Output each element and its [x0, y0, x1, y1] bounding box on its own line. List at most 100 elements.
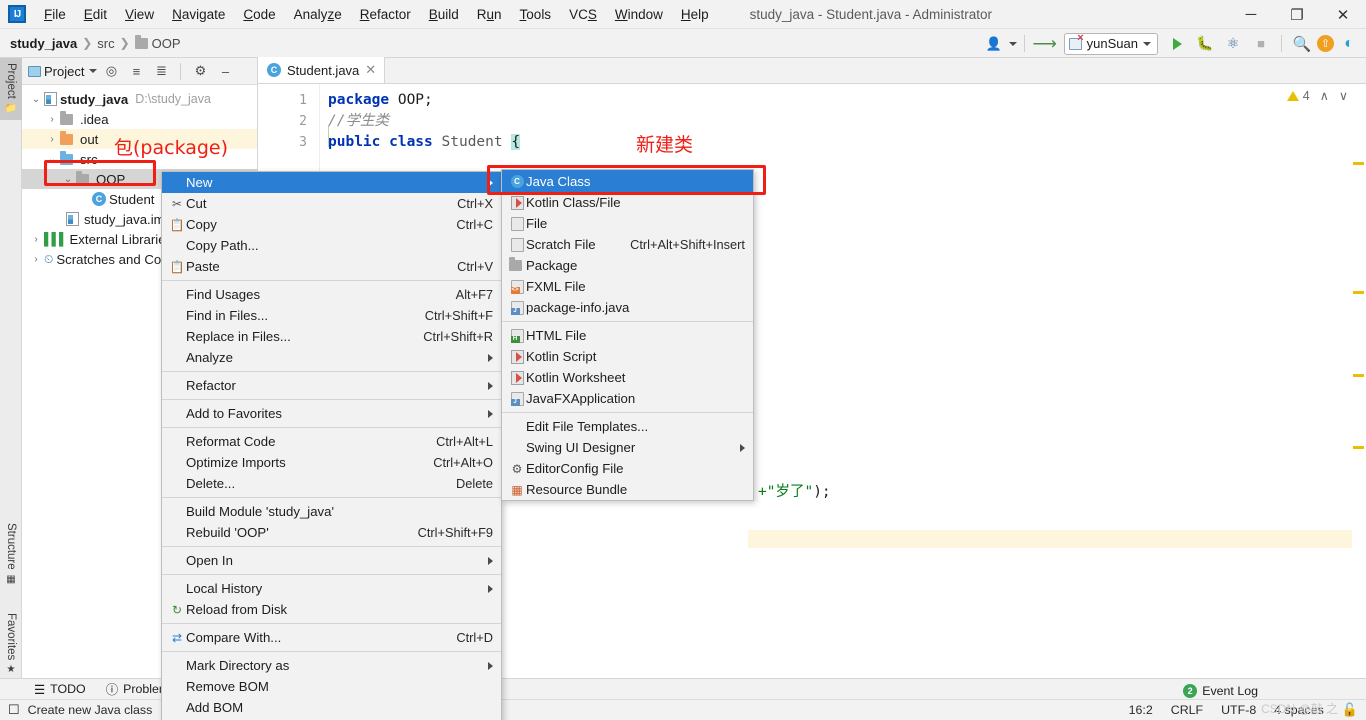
settings-gear-icon[interactable]: ⚙ [189, 61, 211, 81]
menu-edit[interactable]: Edit [75, 3, 116, 26]
context-menu-item-paste[interactable]: 📋 Paste Ctrl+V [162, 256, 501, 277]
submenu-item-resource-bundle[interactable]: ▦ Resource Bundle [502, 479, 753, 500]
context-menu-item-compare-with[interactable]: ⇄ Compare With... Ctrl+D [162, 627, 501, 648]
submenu-item-editorconfig-file[interactable]: ⚙ EditorConfig File [502, 458, 753, 479]
submenu-item-java-class[interactable]: C Java Class [502, 170, 753, 192]
breadcrumb-project[interactable]: study_java [10, 36, 77, 51]
run-configuration-selector[interactable]: yunSuan [1063, 32, 1158, 55]
inspection-prev-icon[interactable]: ∧ [1320, 88, 1329, 103]
context-menu-item-new[interactable]: New [162, 172, 501, 193]
menu-build[interactable]: Build [420, 3, 468, 26]
user-dropdown-caret-icon[interactable] [1008, 41, 1017, 46]
event-log-widget[interactable]: 2 Event Log [1183, 684, 1258, 698]
search-everywhere-icon[interactable]: 🔍 [1289, 32, 1315, 56]
menu-view[interactable]: View [116, 3, 163, 26]
menu-run[interactable]: Run [468, 3, 511, 26]
context-menu-item-find-in-files[interactable]: Find in Files... Ctrl+Shift+F [162, 305, 501, 326]
breadcrumb-src[interactable]: src [97, 36, 114, 51]
twisty-icon[interactable]: ⌄ [60, 174, 76, 185]
context-menu-item-delete[interactable]: Delete... Delete [162, 473, 501, 494]
menu-window[interactable]: Window [606, 3, 672, 26]
inspection-widget[interactable]: 4 ∧ ∨ [1286, 88, 1348, 103]
menu-file[interactable]: File [35, 3, 75, 26]
close-button[interactable]: ✕ [1320, 0, 1366, 29]
twisty-icon[interactable]: › [44, 134, 60, 145]
submenu-item-fxml-file[interactable]: <> FXML File [502, 276, 753, 297]
context-menu-item-local-history[interactable]: Local History [162, 578, 501, 599]
context-menu-item-mark-directory-as[interactable]: Mark Directory as [162, 655, 501, 676]
warning-marker[interactable] [1353, 162, 1364, 165]
context-menu-item-find-usages[interactable]: Find Usages Alt+F7 [162, 284, 501, 305]
submenu-item-kotlin-worksheet[interactable]: Kotlin Worksheet [502, 367, 753, 388]
submenu-item-html-file[interactable]: H HTML File [502, 325, 753, 346]
twisty-icon[interactable]: › [28, 234, 44, 245]
toolwindow-todo[interactable]: ☰ TODO [24, 682, 96, 697]
submenu-item-kotlin-class-file[interactable]: Kotlin Class/File [502, 192, 753, 213]
lock-icon[interactable]: 🔓 [1342, 702, 1358, 718]
context-menu-item-add-to-favorites[interactable]: Add to Favorites [162, 403, 501, 424]
tree-item-idea[interactable]: › .idea [22, 109, 257, 129]
submenu-item-javafx-application[interactable]: J JavaFXApplication [502, 388, 753, 409]
status-line-separator[interactable]: CRLF [1171, 703, 1203, 717]
submenu-item-package[interactable]: Package [502, 255, 753, 276]
inspection-next-icon[interactable]: ∨ [1339, 88, 1348, 103]
menu-vcs[interactable]: VCS [560, 3, 606, 26]
menu-navigate[interactable]: Navigate [163, 3, 234, 26]
vcs-update-icon[interactable]: ⟶ [1032, 32, 1058, 56]
sidebar-tab-project[interactable]: Project 📁 [0, 58, 22, 121]
update-icon[interactable]: ⇧ [1317, 35, 1334, 52]
submenu-item-package-info[interactable]: J package-info.java [502, 297, 753, 318]
submenu-item-swing-ui-designer[interactable]: Swing UI Designer [502, 437, 753, 458]
menu-help[interactable]: Help [672, 3, 718, 26]
close-tab-icon[interactable]: ✕ [365, 62, 376, 78]
context-menu-item-open-in[interactable]: Open In [162, 550, 501, 571]
status-indent[interactable]: 4 spaces [1274, 703, 1324, 717]
context-menu-item-copy-path[interactable]: Copy Path... [162, 235, 501, 256]
context-menu-item-remove-bom[interactable]: Remove BOM [162, 676, 501, 697]
context-menu-item-analyze[interactable]: Analyze [162, 347, 501, 368]
status-encoding[interactable]: UTF-8 [1221, 703, 1256, 717]
context-menu-item-copy[interactable]: 📋 Copy Ctrl+C [162, 214, 501, 235]
twisty-icon[interactable]: › [28, 254, 44, 265]
menu-code[interactable]: Code [234, 3, 284, 26]
context-menu-item-optimize-imports[interactable]: Optimize Imports Ctrl+Alt+O [162, 452, 501, 473]
context-menu-item-build-module[interactable]: Build Module 'study_java' [162, 501, 501, 522]
twisty-icon[interactable]: ⌄ [28, 94, 44, 105]
warning-marker[interactable] [1353, 291, 1364, 294]
twisty-icon[interactable]: › [44, 114, 60, 125]
ide-icon[interactable]: ◐ [1336, 32, 1362, 56]
context-menu-item-cut[interactable]: ✂ Cut Ctrl+X [162, 193, 501, 214]
context-menu-item-add-bom[interactable]: Add BOM [162, 697, 501, 718]
run-icon[interactable] [1164, 32, 1190, 56]
debug-icon[interactable]: 🐛 [1192, 32, 1218, 56]
menu-tools[interactable]: Tools [511, 3, 561, 26]
menu-analyze[interactable]: Analyze [285, 3, 351, 26]
context-menu-item-reformat-code[interactable]: Reformat Code Ctrl+Alt+L [162, 431, 501, 452]
expand-all-icon[interactable]: ≡ [125, 61, 147, 81]
context-menu-item-rebuild[interactable]: Rebuild 'OOP' Ctrl+Shift+F9 [162, 522, 501, 543]
breadcrumb-oop[interactable]: OOP [152, 36, 181, 51]
run-with-coverage-icon[interactable]: ⚛ [1220, 32, 1246, 56]
maximize-button[interactable]: ❐ [1274, 0, 1320, 29]
tree-item-study-java[interactable]: ⌄ study_java D:\study_java [22, 89, 257, 109]
editor-marker-strip[interactable] [1352, 84, 1366, 678]
locate-icon[interactable]: ◎ [100, 61, 122, 81]
twisty-icon[interactable]: ⌄ [44, 154, 60, 165]
submenu-item-scratch-file[interactable]: Scratch File Ctrl+Alt+Shift+Insert [502, 234, 753, 255]
warning-marker[interactable] [1353, 446, 1364, 449]
collapse-all-icon[interactable]: ≣ [150, 61, 172, 81]
submenu-item-file[interactable]: File [502, 213, 753, 234]
status-caret-position[interactable]: 16:2 [1129, 703, 1153, 717]
user-icon[interactable]: 👤 [981, 32, 1007, 56]
menu-refactor[interactable]: Refactor [351, 3, 420, 26]
sidebar-tab-structure[interactable]: Structure ▦ [0, 518, 22, 590]
hide-panel-icon[interactable]: – [214, 61, 236, 81]
submenu-item-kotlin-script[interactable]: Kotlin Script [502, 346, 753, 367]
context-menu-item-replace-in-files[interactable]: Replace in Files... Ctrl+Shift+R [162, 326, 501, 347]
sidebar-tab-favorites[interactable]: Favorites ★ [0, 608, 22, 680]
editor-tab-student-java[interactable]: C Student.java ✕ [258, 57, 386, 83]
warning-marker[interactable] [1353, 374, 1364, 377]
submenu-item-edit-file-templates[interactable]: Edit File Templates... [502, 416, 753, 437]
context-menu-item-reload-from-disk[interactable]: ↻ Reload from Disk [162, 599, 501, 620]
project-view-chevron-down-icon[interactable] [89, 69, 98, 73]
